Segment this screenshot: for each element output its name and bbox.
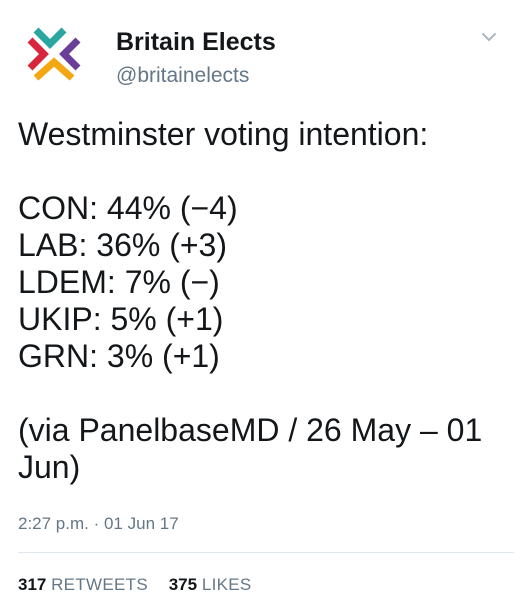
britain-elects-logo-icon [27, 27, 81, 81]
account-name[interactable]: Britain Elects [116, 28, 276, 57]
chevron-down-icon [482, 33, 496, 41]
retweets-count: 317 [18, 575, 47, 594]
poll-line-con: CON: 44% (−4) [18, 190, 238, 226]
retweets-stat[interactable]: 317 RETWEETS [18, 575, 148, 595]
tweet-stats: 317 RETWEETS 375 LIKES [18, 575, 268, 595]
tweet-menu-button[interactable] [478, 26, 500, 48]
poll-line-ukip: UKIP: 5% (+1) [18, 301, 224, 337]
poll-line-ldem: LDEM: 7% (−) [18, 264, 220, 300]
likes-label: LIKES [201, 575, 252, 594]
tweet-timestamp[interactable]: 2:27 p.m. · 01 Jun 17 [18, 514, 179, 534]
account-handle[interactable]: @britainelects [116, 64, 249, 88]
poll-line-lab: LAB: 36% (+3) [18, 227, 227, 263]
tweet-card: Britain Elects @britainelects Westminste… [0, 0, 532, 600]
tweet-text: Westminster voting intention: CON: 44% (… [18, 116, 514, 486]
tweet-headline: Westminster voting intention: [18, 116, 429, 152]
poll-line-grn: GRN: 3% (+1) [18, 338, 220, 374]
avatar[interactable] [22, 22, 86, 86]
likes-count: 375 [168, 575, 198, 594]
divider [18, 552, 514, 553]
retweets-label: RETWEETS [51, 575, 148, 594]
likes-stat[interactable]: 375 LIKES [169, 575, 252, 595]
poll-source: (via PanelbaseMD / 26 May – 01 Jun) [18, 412, 483, 485]
